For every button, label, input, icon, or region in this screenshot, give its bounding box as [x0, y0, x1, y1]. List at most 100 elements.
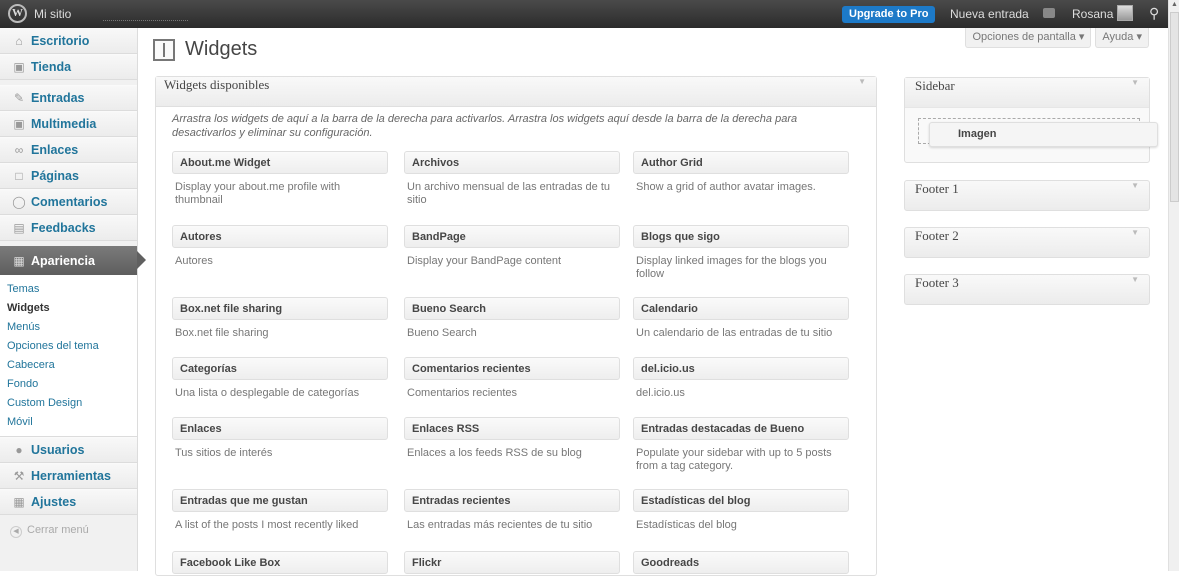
- available-widgets-panel: Widgets disponibles ▼ Arrastra los widget…: [155, 76, 877, 576]
- scrollbar-thumb[interactable]: [1170, 12, 1179, 202]
- upgrade-button[interactable]: Upgrade to Pro: [842, 6, 936, 23]
- footer-3-title[interactable]: Footer 3 ▼: [905, 275, 1149, 305]
- widget-item[interactable]: BandPage Display your BandPage content: [404, 225, 620, 268]
- widget-item[interactable]: Comentarios recientes Comentarios recient…: [404, 357, 620, 400]
- widget-description: Un archivo mensual de las entradas de tu…: [407, 181, 611, 206]
- submenu-movil[interactable]: Móvil: [0, 413, 137, 432]
- widget-item[interactable]: Entradas recientes Las entradas más recie…: [404, 489, 620, 532]
- menu-herramientas[interactable]: ⚒ Herramientas: [0, 463, 137, 489]
- widget-item[interactable]: Categorías Una lista o desplegable de cat…: [172, 357, 388, 400]
- menu-tienda[interactable]: ▣ Tienda: [0, 54, 137, 80]
- page-scrollbar[interactable]: ▲: [1168, 0, 1179, 571]
- widget-title[interactable]: Author Grid: [633, 151, 849, 174]
- widget-description: A list of the posts I most recently like…: [175, 519, 359, 531]
- collapse-arrow-icon[interactable]: ▼: [1131, 275, 1139, 284]
- widget-title[interactable]: Estadísticas del blog: [633, 489, 849, 512]
- menu-multimedia[interactable]: ▣ Multimedia: [0, 111, 137, 137]
- widget-item[interactable]: Blogs que sigo Display linked images for …: [633, 225, 849, 281]
- widget-item[interactable]: Archivos Un archivo mensual de las entrad…: [404, 151, 620, 207]
- widget-title[interactable]: Entradas que me gustan: [172, 489, 388, 512]
- widget-title[interactable]: Enlaces RSS: [404, 417, 620, 440]
- submenu-cabecera[interactable]: Cabecera: [0, 356, 137, 375]
- pin-icon: ✎: [13, 91, 25, 105]
- widget-item[interactable]: Entradas que me gustan A list of the post…: [172, 489, 388, 532]
- screen-options-button[interactable]: Opciones de pantalla ▾: [965, 28, 1092, 48]
- submenu-opciones-tema[interactable]: Opciones del tema: [0, 337, 137, 356]
- widget-item[interactable]: Box.net file sharing Box.net file sharing: [172, 297, 388, 340]
- scroll-up-arrow-icon[interactable]: ▲: [1171, 1, 1178, 8]
- widget-item[interactable]: Entradas destacadas de Bueno Populate you…: [633, 417, 849, 473]
- collapse-arrow-icon[interactable]: ▼: [1131, 78, 1139, 87]
- submenu-fondo[interactable]: Fondo: [0, 375, 137, 394]
- submenu-widgets[interactable]: Widgets: [0, 299, 137, 318]
- widget-item[interactable]: About.me Widget Display your about.me pro…: [172, 151, 388, 207]
- widget-item[interactable]: Goodreads: [633, 551, 849, 581]
- footer-1-title[interactable]: Footer 1 ▼: [905, 181, 1149, 211]
- widget-item[interactable]: Enlaces RSS Enlaces a los feeds RSS de su…: [404, 417, 620, 460]
- admin-bar: W Mi sitio Upgrade to Pro Nueva entrada …: [0, 0, 1179, 28]
- dragged-widget-imagen[interactable]: Imagen: [929, 122, 1158, 147]
- menu-comentarios[interactable]: ◯ Comentarios: [0, 189, 137, 215]
- submenu-custom-design[interactable]: Custom Design: [0, 394, 137, 413]
- collapse-menu-button[interactable]: ◀ Cerrar menú: [0, 515, 137, 545]
- widget-item[interactable]: Calendario Un calendario de las entradas …: [633, 297, 849, 340]
- widget-title[interactable]: Entradas recientes: [404, 489, 620, 512]
- widget-item[interactable]: del.icio.us del.icio.us: [633, 357, 849, 400]
- sidebar-area-title[interactable]: Sidebar ▼: [905, 78, 1149, 108]
- widget-item[interactable]: Author Grid Show a grid of author avatar …: [633, 151, 849, 194]
- menu-entradas[interactable]: ✎ Entradas: [0, 85, 137, 111]
- widget-title[interactable]: Box.net file sharing: [172, 297, 388, 320]
- widget-item[interactable]: Flickr: [404, 551, 620, 581]
- widget-title[interactable]: Comentarios recientes: [404, 357, 620, 380]
- sidebar-area[interactable]: Sidebar ▼: [904, 77, 1150, 163]
- menu-feedbacks[interactable]: ▤ Feedbacks: [0, 215, 137, 241]
- submenu-temas[interactable]: Temas: [0, 280, 137, 299]
- menu-apariencia[interactable]: ▦ Apariencia: [0, 246, 146, 275]
- media-icon: ▣: [13, 117, 25, 131]
- feedback-icon: ▤: [13, 221, 25, 235]
- widget-title[interactable]: Categorías: [172, 357, 388, 380]
- widget-item[interactable]: Facebook Like Box: [172, 551, 388, 581]
- available-widgets-header[interactable]: Widgets disponibles ▼: [156, 77, 876, 107]
- menu-paginas[interactable]: □ Páginas: [0, 163, 137, 189]
- menu-enlaces[interactable]: ∞ Enlaces: [0, 137, 137, 163]
- widget-title[interactable]: BandPage: [404, 225, 620, 248]
- widget-title[interactable]: Autores: [172, 225, 388, 248]
- footer-2-area[interactable]: Footer 2 ▼: [904, 227, 1150, 258]
- widget-item[interactable]: Estadísticas del blog Estadísticas del bl…: [633, 489, 849, 532]
- collapse-arrow-icon[interactable]: ▼: [1131, 228, 1139, 237]
- collapse-arrow-icon[interactable]: ▼: [858, 77, 866, 86]
- screen-options-label: Opciones de pantalla: [972, 31, 1076, 43]
- menu-escritorio[interactable]: ⌂ Escritorio: [0, 28, 137, 54]
- search-icon[interactable]: ⚲: [1149, 5, 1159, 22]
- widget-item[interactable]: Autores Autores: [172, 225, 388, 268]
- avatar[interactable]: [1117, 5, 1133, 21]
- widget-item[interactable]: Enlaces Tus sitios de interés: [172, 417, 388, 460]
- widget-title[interactable]: Bueno Search: [404, 297, 620, 320]
- collapse-arrow-icon[interactable]: ▼: [1131, 181, 1139, 190]
- site-name-link[interactable]: Mi sitio: [34, 7, 71, 21]
- widget-title[interactable]: Enlaces: [172, 417, 388, 440]
- help-button[interactable]: Ayuda ▾: [1095, 28, 1149, 48]
- notifications-icon[interactable]: [1043, 8, 1055, 18]
- widget-title[interactable]: Entradas destacadas de Bueno: [633, 417, 849, 440]
- footer-3-area[interactable]: Footer 3 ▼: [904, 274, 1150, 305]
- menu-ajustes[interactable]: ▦ Ajustes: [0, 489, 137, 515]
- wordpress-logo-icon[interactable]: W: [8, 4, 27, 23]
- widget-title[interactable]: About.me Widget: [172, 151, 388, 174]
- footer-2-title[interactable]: Footer 2 ▼: [905, 228, 1149, 258]
- submenu-menus[interactable]: Menús: [0, 318, 137, 337]
- widget-item[interactable]: Bueno Search Bueno Search: [404, 297, 620, 340]
- widget-title[interactable]: Blogs que sigo: [633, 225, 849, 248]
- widget-description: del.icio.us: [636, 387, 685, 399]
- new-post-link[interactable]: Nueva entrada: [950, 7, 1029, 21]
- user-menu[interactable]: Rosana: [1072, 7, 1113, 21]
- menu-usuarios[interactable]: ● Usuarios: [0, 437, 137, 463]
- footer-1-area[interactable]: Footer 1 ▼: [904, 180, 1150, 211]
- widget-title[interactable]: Calendario: [633, 297, 849, 320]
- widget-title[interactable]: Archivos: [404, 151, 620, 174]
- widget-description: Estadísticas del blog: [636, 519, 737, 531]
- widget-title[interactable]: del.icio.us: [633, 357, 849, 380]
- widget-description: Box.net file sharing: [175, 327, 269, 339]
- screen-meta-links: Opciones de pantalla ▾ Ayuda ▾: [965, 28, 1149, 48]
